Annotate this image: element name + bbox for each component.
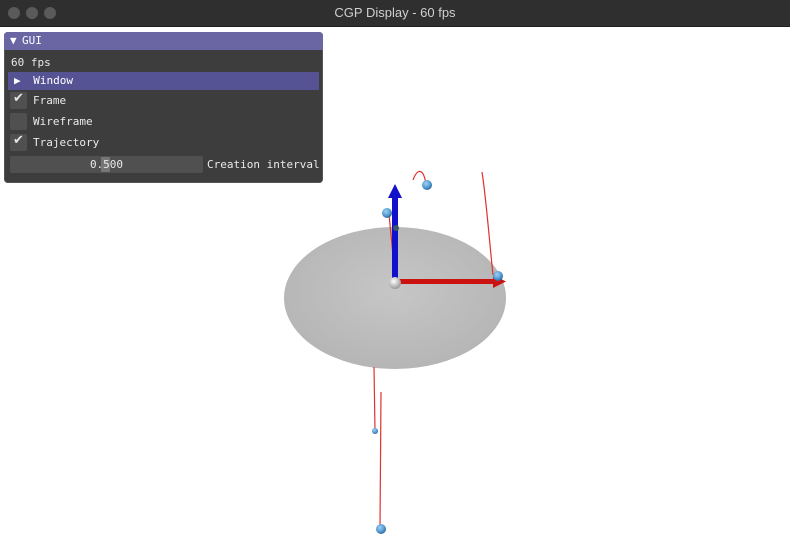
particle-5 [376, 524, 386, 534]
window-titlebar: CGP Display - 60 fps [0, 0, 790, 27]
wireframe-checkbox-row[interactable]: Wireframe [4, 111, 323, 132]
wireframe-checkbox-label: Wireframe [33, 115, 93, 128]
creation-interval-slider[interactable]: 0.500 [10, 155, 203, 173]
frame-checkbox[interactable]: ✔ [10, 91, 27, 109]
gui-panel-title: GUI [22, 34, 42, 47]
frame-checkbox-label: Frame [33, 94, 67, 107]
gui-panel[interactable]: ▼ GUI 60 fps ▶ Window ✔ Frame Wireframe ✔… [4, 32, 323, 183]
creation-interval-value: 0.500 [89, 157, 124, 171]
creation-interval-label: Creation interval [207, 157, 320, 171]
frame-checkbox-row[interactable]: ✔ Frame [4, 90, 323, 111]
window-section-label: Window [33, 74, 73, 87]
window-title: CGP Display - 60 fps [334, 5, 456, 20]
particle-2 [382, 208, 392, 218]
window-section-header[interactable]: ▶ Window [8, 72, 319, 90]
origin-sphere [389, 277, 401, 289]
trajectory-checkbox-row[interactable]: ✔ Trajectory [4, 132, 323, 153]
gui-panel-header[interactable]: ▼ GUI [4, 32, 323, 50]
fps-readout: 60 fps [11, 56, 51, 69]
trajectory-checkbox-label: Trajectory [33, 136, 100, 149]
check-icon: ✔ [13, 133, 24, 148]
trajectory-4 [373, 366, 376, 432]
triangle-down-icon[interactable]: ▼ [10, 32, 22, 50]
trajectory-checkbox[interactable]: ✔ [10, 133, 27, 151]
wireframe-checkbox[interactable] [10, 113, 27, 130]
check-icon: ✔ [13, 91, 24, 106]
creation-interval-row: 0.500 Creation interval [4, 154, 323, 174]
particle-small-dark [393, 225, 399, 231]
particle-1 [422, 180, 432, 190]
trajectory-5 [379, 391, 382, 529]
particle-3 [493, 271, 503, 281]
particle-4 [372, 428, 378, 434]
triangle-right-icon[interactable]: ▶ [14, 74, 21, 87]
